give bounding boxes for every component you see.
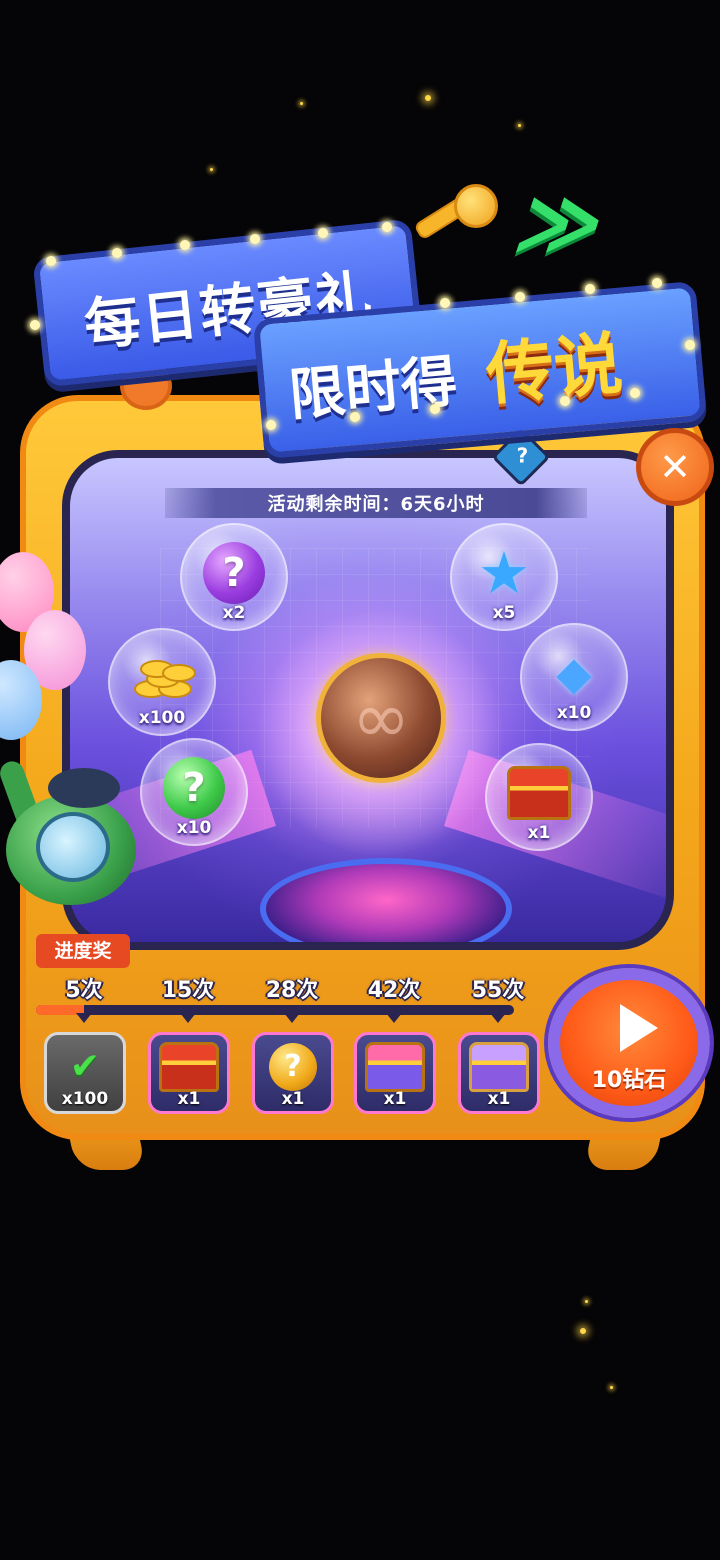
check-icon: ✔ xyxy=(69,1045,101,1087)
milestone-marker xyxy=(180,1013,196,1023)
treasure-chest-icon xyxy=(507,765,571,820)
red-chest-icon xyxy=(159,1041,219,1092)
milestone-marker xyxy=(490,1013,506,1023)
mascot-face xyxy=(36,812,110,882)
reward-card-red-chest[interactable]: x1 xyxy=(148,1032,230,1114)
tv-antenna xyxy=(410,184,498,270)
purple-question-orb-icon: ? xyxy=(203,541,265,604)
pedestal xyxy=(260,858,512,942)
spin-cost-label: 10钻石 xyxy=(591,1068,667,1093)
close-icon: ✕ xyxy=(659,445,691,489)
marquee-bulb xyxy=(30,320,40,330)
marquee-bulb xyxy=(318,228,328,238)
purple-chest-icon xyxy=(469,1041,529,1092)
milestone-label: 55次 xyxy=(471,978,525,1003)
milestone-label: 42次 xyxy=(367,978,421,1003)
mascot-hat xyxy=(48,768,120,808)
reward-quantity: x1 xyxy=(281,1089,305,1109)
reward-quantity: x1 xyxy=(487,1089,511,1109)
sparkle xyxy=(210,168,213,171)
progress-reward-label: 进度奖 xyxy=(36,934,130,968)
lightning-bolt-icon: ≫ xyxy=(504,176,619,269)
pool-item-green-mystery-orb[interactable]: ? x10 xyxy=(140,738,248,846)
infinity-icon: ∞ xyxy=(351,677,411,759)
legendary-infinity-orb: ∞ xyxy=(316,653,446,783)
marquee-bulb xyxy=(112,248,122,258)
green-question-orb-icon: ? xyxy=(163,756,225,819)
item-quantity: x1 xyxy=(527,823,551,843)
marquee-bulb xyxy=(180,240,190,250)
play-icon xyxy=(620,1004,658,1052)
spin-button[interactable]: 10钻石 xyxy=(548,968,710,1118)
blue-gems-icon: ◆ xyxy=(556,645,592,700)
item-quantity: x100 xyxy=(138,708,186,728)
blue-star-icon: ★ xyxy=(478,538,530,607)
item-quantity: x2 xyxy=(222,603,246,623)
gold-question-coin-icon: ? xyxy=(269,1042,317,1091)
sparkle xyxy=(610,1386,613,1389)
marquee-bulb xyxy=(685,340,695,350)
marquee-bulb xyxy=(430,404,440,414)
reward-card-gold-mystery-coin[interactable]: ? x1 xyxy=(252,1032,334,1114)
pool-item-blue-star[interactable]: ★ x5 xyxy=(450,523,558,631)
marquee-bulb xyxy=(46,256,56,266)
item-quantity: x5 xyxy=(492,603,516,623)
marquee-bulb xyxy=(560,396,570,406)
close-button[interactable]: ✕ xyxy=(636,428,714,506)
event-timer: 活动剩余时间：6天6小时 xyxy=(165,488,587,518)
gacha-screen: 活动剩余时间：6天6小时 ∞ ? x2 ★ x5 x100 ◆ x10 ? x1… xyxy=(62,450,674,950)
milestone-label: 5次 xyxy=(65,978,103,1003)
reward-quantity: x1 xyxy=(383,1089,407,1109)
reward-quantity: x100 xyxy=(61,1089,109,1109)
pool-item-blue-gems[interactable]: ◆ x10 xyxy=(520,623,628,731)
marquee-bulb xyxy=(350,412,360,422)
title-line2-highlight: 传说 xyxy=(483,324,626,416)
reward-card-purple-chest[interactable]: x1 xyxy=(458,1032,540,1114)
item-quantity: x10 xyxy=(176,818,212,838)
title-line2-prefix: 限时得 xyxy=(286,349,460,429)
question-icon: ? xyxy=(516,443,529,468)
marquee-bulb xyxy=(382,222,392,232)
item-quantity: x10 xyxy=(556,703,592,723)
sparkle xyxy=(518,124,521,127)
marquee-bulb xyxy=(250,234,260,244)
progress-bar xyxy=(36,1005,514,1015)
sparkle xyxy=(425,95,431,101)
reward-card-silver-gem[interactable]: ✔ x100 xyxy=(44,1032,126,1114)
marquee-bulb xyxy=(630,388,640,398)
reward-quantity: x1 xyxy=(177,1089,201,1109)
reward-card-rainbow-chest[interactable]: x1 xyxy=(354,1032,436,1114)
milestone-label: 28次 xyxy=(265,978,319,1003)
sparkle xyxy=(580,1328,586,1334)
marquee-bulb xyxy=(266,420,276,430)
rainbow-chest-icon xyxy=(365,1041,425,1092)
pool-item-purple-mystery-orb[interactable]: ? x2 xyxy=(180,523,288,631)
marquee-bulb xyxy=(585,284,595,294)
milestone-marker xyxy=(386,1013,402,1023)
milestone-marker xyxy=(76,1013,92,1023)
marquee-bulb xyxy=(515,292,525,302)
sparkle xyxy=(300,102,303,105)
pool-item-gold-coins[interactable]: x100 xyxy=(108,628,216,736)
gold-coins-icon xyxy=(132,658,196,698)
milestone-label: 15次 xyxy=(161,978,215,1003)
sparkle xyxy=(585,1300,588,1303)
pool-item-red-treasure-chest[interactable]: x1 xyxy=(485,743,593,851)
milestone-marker xyxy=(284,1013,300,1023)
marquee-bulb xyxy=(652,278,662,288)
marquee-bulb xyxy=(440,298,450,308)
